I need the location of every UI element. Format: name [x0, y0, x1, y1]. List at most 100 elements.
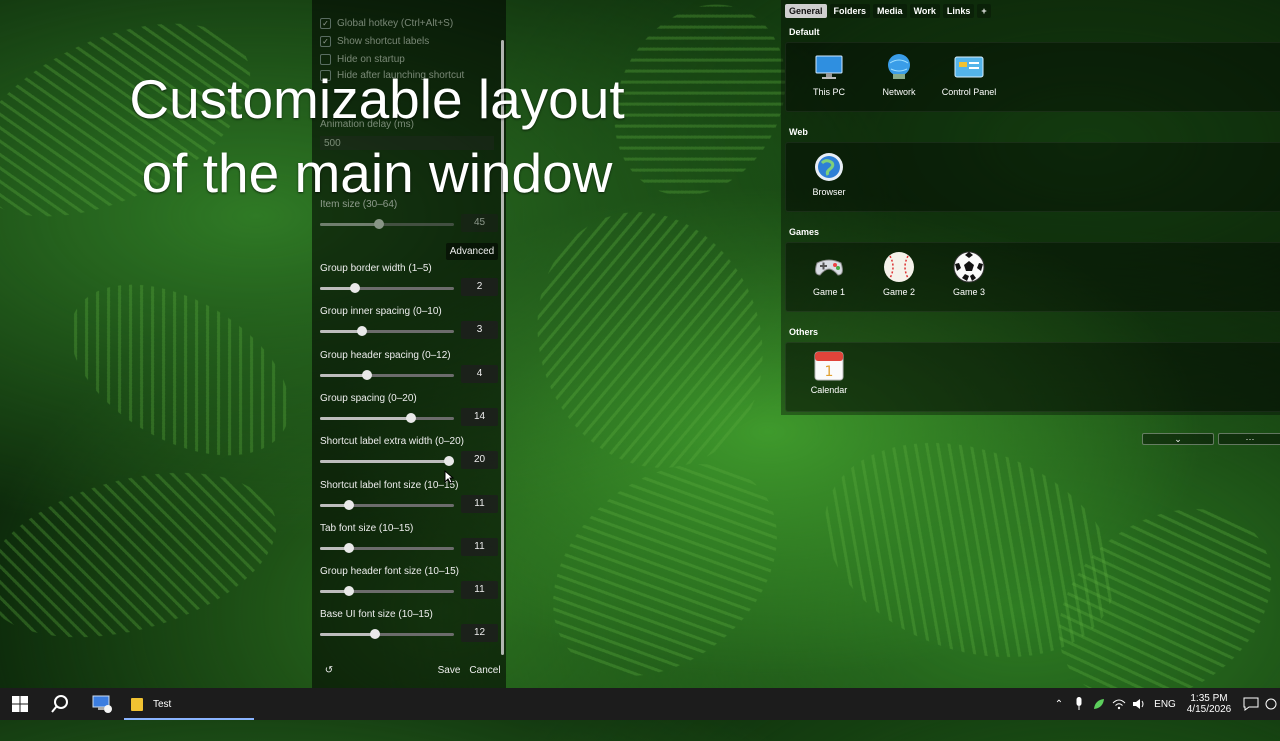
focus-assist-icon[interactable]: [1262, 688, 1280, 720]
overlay-title-line2: of the main window: [141, 142, 613, 204]
volume-icon[interactable]: [1130, 688, 1148, 720]
tab-bar: General Folders Media Work Links +: [785, 4, 991, 18]
group-web: Browser: [785, 142, 1280, 212]
slider-value[interactable]: 2: [461, 278, 498, 296]
slider-row[interactable]: Shortcut label extra width (0–20) 20: [320, 436, 498, 479]
folder-icon: [131, 698, 143, 711]
slider-row[interactable]: Group inner spacing (0–10) 3: [320, 306, 498, 349]
tab-work[interactable]: Work: [909, 4, 940, 18]
shortcut-label: Control Panel: [941, 87, 997, 97]
slider-label: Group border width (1–5): [320, 263, 432, 274]
slider-fill: [320, 416, 412, 420]
slider-track[interactable]: [320, 456, 454, 467]
checkbox-icon[interactable]: ✓: [320, 18, 331, 29]
input-language-indicator[interactable]: ENG: [1152, 688, 1178, 720]
windows-start-icon[interactable]: [0, 688, 40, 720]
microphone-icon[interactable]: [1070, 688, 1088, 720]
slider-row[interactable]: Group border width (1–5) 2: [320, 263, 498, 306]
taskbar: Test ⌃ ENG 1:35 PM 4/15/2026: [0, 688, 1280, 720]
shortcut-game-1[interactable]: Game 1: [794, 251, 864, 297]
shortcut-browser[interactable]: Browser: [794, 151, 864, 197]
slider-knob[interactable]: [349, 283, 360, 293]
clock[interactable]: 1:35 PM 4/15/2026: [1182, 688, 1236, 720]
slider-value[interactable]: 11: [461, 537, 498, 556]
slider-fill: [320, 633, 375, 637]
collapse-button[interactable]: ⌄: [1142, 433, 1214, 445]
calendar-icon: 1: [813, 349, 845, 381]
slider-track[interactable]: [320, 586, 454, 597]
notifications-icon[interactable]: [1240, 688, 1262, 720]
slider-value[interactable]: 14: [461, 407, 498, 426]
show-hidden-icons-icon[interactable]: ⌃: [1050, 688, 1068, 720]
shortcut-calendar[interactable]: 1 Calendar: [794, 349, 864, 395]
global-hotkey-option[interactable]: ✓ Global hotkey (Ctrl+Alt+S): [320, 18, 453, 29]
slider-value[interactable]: 20: [461, 451, 498, 470]
slider-knob[interactable]: [344, 586, 355, 597]
show-labels-option[interactable]: ✓ Show shortcut labels: [320, 36, 429, 47]
tab-media[interactable]: Media: [873, 4, 907, 18]
shortcut-label: Browser: [812, 187, 846, 197]
slider-track[interactable]: [320, 369, 454, 380]
slider-track[interactable]: [320, 412, 454, 423]
slider-row[interactable]: Group header font size (10–15) 11: [320, 566, 498, 609]
reset-icon[interactable]: ↺: [320, 662, 338, 679]
slider-knob[interactable]: [373, 219, 384, 229]
slider-knob[interactable]: [361, 369, 372, 380]
slider-label: Group inner spacing (0–10): [320, 306, 442, 318]
slider-knob[interactable]: [369, 629, 380, 640]
more-options-button[interactable]: ···: [1218, 433, 1280, 445]
leaf-app-icon[interactable]: [1090, 688, 1108, 720]
shortcut-game-2[interactable]: Game 2: [864, 251, 934, 297]
overlay-title-line1: Customizable layout: [129, 68, 625, 130]
slider-value[interactable]: 11: [461, 494, 498, 513]
browser-globe-icon: [813, 151, 845, 183]
slider-value[interactable]: 12: [461, 624, 498, 643]
overlay-title: Customizable layout of the main window: [72, 62, 682, 210]
slider-knob[interactable]: [406, 412, 417, 423]
shortcut-network[interactable]: Network: [864, 51, 934, 97]
advanced-button[interactable]: Advanced: [446, 243, 498, 260]
shortcut-label: Game 1: [812, 287, 845, 297]
group-default: This PC Network Control Panel: [785, 42, 1280, 112]
taskbar-app-test[interactable]: Test: [130, 688, 190, 720]
slider-row[interactable]: Group spacing (0–20) 14: [320, 393, 498, 436]
checkbox-icon[interactable]: ✓: [320, 36, 331, 47]
tab-general[interactable]: General: [785, 4, 827, 18]
wifi-icon[interactable]: [1110, 688, 1128, 720]
cancel-button[interactable]: Cancel: [467, 662, 503, 679]
tab-links[interactable]: Links: [942, 4, 975, 18]
slider-fill: [320, 373, 367, 377]
slider-track[interactable]: [320, 629, 454, 640]
slider-track[interactable]: [320, 219, 454, 229]
gamepad-icon: [813, 251, 845, 283]
shortcut-game-3[interactable]: Game 3: [934, 251, 1004, 297]
slider-track[interactable]: [320, 499, 454, 510]
slider-track[interactable]: [320, 326, 454, 337]
save-button[interactable]: Save: [436, 662, 462, 679]
launcher-app-icon[interactable]: [84, 688, 120, 720]
slider-value[interactable]: 4: [461, 364, 498, 383]
slider-row[interactable]: Base UI font size (10–15) 12: [320, 609, 498, 652]
slider-value[interactable]: 3: [461, 321, 498, 340]
slider-track[interactable]: [320, 542, 454, 553]
network-globe-icon: [883, 51, 915, 83]
slider-track[interactable]: [320, 283, 454, 293]
search-icon[interactable]: [42, 688, 78, 720]
slider-value[interactable]: 11: [461, 581, 498, 600]
slider-value[interactable]: 45: [461, 214, 498, 232]
shortcut-control-panel[interactable]: Control Panel: [934, 51, 1004, 97]
mouse-cursor-icon: [444, 470, 454, 484]
slider-knob[interactable]: [344, 542, 355, 553]
slider-knob[interactable]: [443, 456, 454, 467]
slider-label: Tab font size (10–15): [320, 522, 414, 534]
slider-row[interactable]: Shortcut label font size (10–15) 11: [320, 480, 498, 523]
add-tab-button[interactable]: +: [977, 4, 991, 18]
slider-knob[interactable]: [344, 499, 355, 510]
slider-knob[interactable]: [356, 326, 367, 337]
slider-fill: [320, 330, 362, 334]
slider-row[interactable]: Group header spacing (0–12) 4: [320, 350, 498, 393]
soccer-ball-icon: [953, 251, 985, 283]
shortcut-this-pc[interactable]: This PC: [794, 51, 864, 97]
tab-folders[interactable]: Folders: [829, 4, 871, 18]
slider-row[interactable]: Tab font size (10–15) 11: [320, 523, 498, 566]
